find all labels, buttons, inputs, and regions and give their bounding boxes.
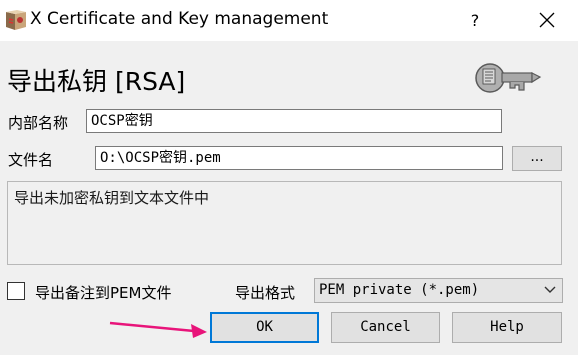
browse-button[interactable]: ... (512, 146, 562, 171)
export-comment-checkbox[interactable] (7, 282, 25, 300)
export-format-label: 导出格式 (235, 284, 296, 302)
key-icon (475, 63, 542, 93)
xca-app-icon (6, 10, 26, 30)
export-comment-label: 导出备注到PEM文件 (35, 284, 172, 302)
help-button[interactable]: Help (452, 312, 562, 343)
description-text: 导出未加密私钥到文本文件中 (14, 189, 210, 207)
internal-name-label: 内部名称 (8, 114, 69, 132)
internal-name-field[interactable]: OCSP密钥 (86, 109, 502, 133)
description-box: 导出未加密私钥到文本文件中 (7, 181, 562, 265)
window-title: X Certificate and Key management (30, 9, 329, 29)
export-format-select[interactable]: PEM private (*.pem) (314, 278, 563, 303)
filename-field[interactable]: O:\OCSP密钥.pem (95, 146, 503, 170)
dialog-heading: 导出私钥 [RSA] (7, 67, 186, 96)
close-button[interactable] (524, 0, 570, 41)
chevron-down-icon (544, 286, 556, 293)
ok-button[interactable]: OK (210, 312, 319, 343)
close-icon (539, 12, 555, 28)
filename-label: 文件名 (8, 151, 54, 169)
cancel-button[interactable]: Cancel (331, 312, 440, 343)
export-format-value: PEM private (*.pem) (319, 282, 480, 298)
help-title-button[interactable]: ? (456, 0, 494, 41)
title-bar: X Certificate and Key management ? (0, 0, 578, 41)
annotation-arrow-icon (109, 321, 207, 338)
